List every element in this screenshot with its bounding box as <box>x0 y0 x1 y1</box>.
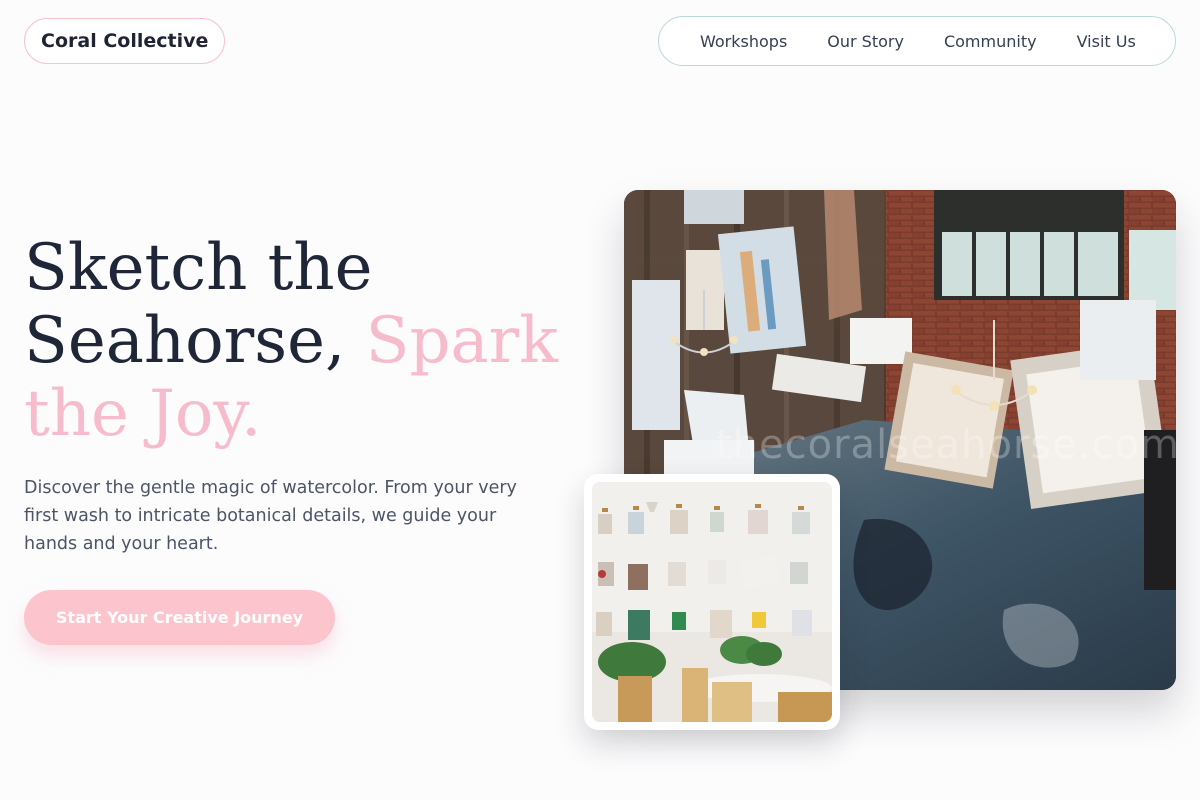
hero-description: Discover the gentle magic of watercolor.… <box>24 478 517 554</box>
brand-logo[interactable]: Coral Collective <box>24 18 226 64</box>
nav-item-community[interactable]: Community <box>944 32 1037 51</box>
nav-item-our-story[interactable]: Our Story <box>827 32 904 51</box>
gallery-wall-photo <box>592 482 832 722</box>
brand-name: Coral Collective <box>41 30 209 52</box>
start-journey-button[interactable]: Start Your Creative Journey <box>24 590 335 645</box>
gallery-photo-frame <box>584 474 840 730</box>
image-watermark: thecoralseahorse.com <box>716 422 1176 468</box>
headline-main: Sketch the Seahorse, <box>24 231 373 378</box>
hero-headline: Sketch the Seahorse, Spark the Joy. <box>24 232 584 451</box>
nav-item-visit-us[interactable]: Visit Us <box>1077 32 1136 51</box>
main-nav: Workshops Our Story Community Visit Us <box>658 16 1176 66</box>
nav-item-workshops[interactable]: Workshops <box>700 32 787 51</box>
